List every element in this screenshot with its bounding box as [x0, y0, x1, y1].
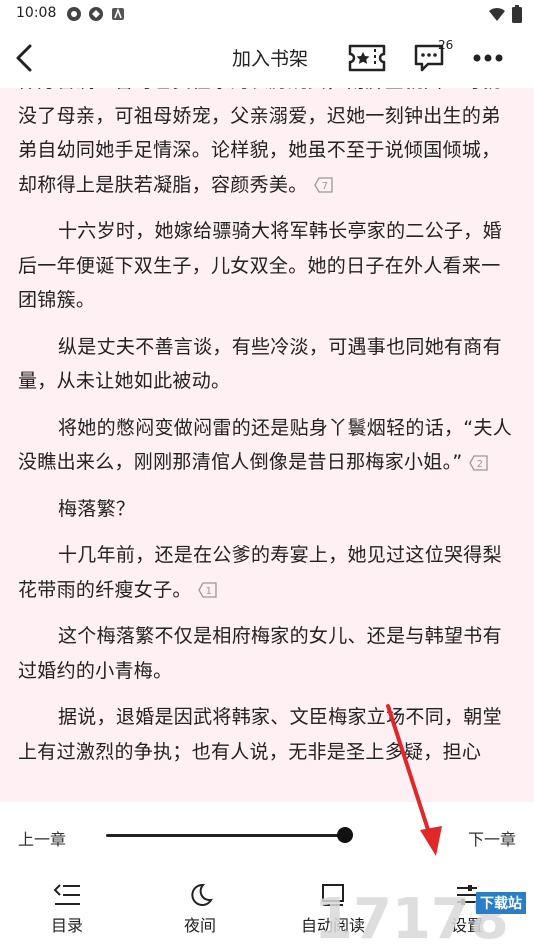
more-options-icon[interactable]	[470, 46, 506, 70]
annotation-arrow-icon	[386, 704, 442, 856]
status-time: 10:08	[16, 5, 57, 21]
app-notification-icon	[112, 7, 124, 20]
paragraph-text: 纵是丈夫不善言谈，有些冷淡，可遇事也同她有商有量，从未让她如此被动。	[18, 335, 502, 393]
reading-area[interactable]: 仲方普满五音时已贵任家的长房婉女，南屏宝就面上时就没了母亲，可祖母娇宠，父亲溺爱…	[0, 88, 534, 802]
paragraph-text: 将她的憋闷变做闷雷的还是贴身丫鬟烟轻的话，“夫人没瞧出来么，刚刚那清倌人倒像是昔…	[18, 416, 513, 474]
status-bar: 10:08	[0, 0, 534, 28]
catalog-icon	[53, 884, 80, 905]
comment-count-badge: 26	[438, 38, 454, 52]
paragraph: 梅落繁？	[18, 492, 518, 527]
paragraph-text: 梅落繁？	[58, 497, 136, 520]
moon-icon	[191, 883, 213, 906]
paragraph-comment-icon[interactable]: 7	[313, 176, 334, 194]
catalog-label: 目录	[50, 916, 83, 935]
paragraph: 纵是丈夫不善言谈，有些冷淡，可遇事也同她有商有量，从未让她如此被动。	[18, 330, 518, 399]
prev-chapter-button[interactable]: 上一章	[18, 826, 66, 850]
paragraph-comment-icon[interactable]: 2	[468, 454, 489, 472]
vpn-icon	[67, 7, 81, 21]
wifi-icon	[489, 7, 505, 21]
catalog-button[interactable]: 目录	[22, 882, 112, 936]
back-arrow-icon[interactable]	[8, 40, 44, 76]
paragraph-text: 十六岁时，她嫁给骠骑大将军韩长亭家的二公子，婚后一年便诞下双生子，儿女双全。她的…	[18, 220, 502, 311]
paragraph-text: 仲方普满五音时已贵任家的长房婉女，南屏宝就面上时就没了母亲，可祖母娇宠，父亲溺爱…	[18, 88, 501, 196]
night-mode-button[interactable]: 夜间	[155, 882, 245, 936]
battery-icon	[512, 5, 522, 23]
paragraph: 十六岁时，她嫁给骠骑大将军韩长亭家的二公子，婚后一年便诞下双生子，儿女双全。她的…	[18, 214, 518, 318]
paragraph-text: 这个梅落繁不仅是相府梅家的女儿、还是与韩望书有过婚约的小青梅。	[18, 625, 502, 682]
watermark-site-label: 下载站	[476, 892, 526, 914]
progress-slider-thumb[interactable]	[337, 827, 353, 843]
paragraph: 将她的憋闷变做闷雷的还是贴身丫鬟烟轻的话，“夫人没瞧出来么，刚刚那清倌人倒像是昔…	[18, 411, 518, 480]
paragraph-comment-count: 7	[321, 181, 328, 192]
top-bar: 加入书架 26	[0, 28, 534, 88]
next-chapter-button[interactable]: 下一章	[468, 826, 516, 850]
sync-icon	[89, 7, 103, 21]
site-watermark-logo: 17178	[314, 887, 509, 950]
paragraph: 这个梅落繁不仅是相府梅家的女儿、还是与韩望书有过婚约的小青梅。	[18, 619, 518, 688]
paragraph-comment-count: 1	[205, 586, 212, 597]
chapter-content: 仲方普满五音时已贵任家的长房婉女，南屏宝就面上时就没了母亲，可祖母娇宠，父亲溺爱…	[18, 88, 518, 781]
chapter-progress-track[interactable]	[106, 834, 345, 837]
paragraph-comment-count: 2	[476, 459, 483, 470]
paragraph: 仲方普满五音时已贵任家的长房婉女，南屏宝就面上时就没了母亲，可祖母娇宠，父亲溺爱…	[18, 88, 518, 202]
add-to-shelf-button[interactable]: 加入书架	[232, 44, 308, 71]
paragraph-comment-icon[interactable]: 1	[197, 581, 218, 599]
star-ticket-icon[interactable]	[347, 42, 387, 74]
night-mode-label: 夜间	[183, 916, 216, 935]
paragraph: 十几年前，还是在公爹的寿宴上，她见过这位哭得梨花带雨的纤瘦女子。 1	[18, 538, 518, 607]
paragraph-text: 十几年前，还是在公爹的寿宴上，她见过这位哭得梨花带雨的纤瘦女子。	[18, 544, 502, 601]
